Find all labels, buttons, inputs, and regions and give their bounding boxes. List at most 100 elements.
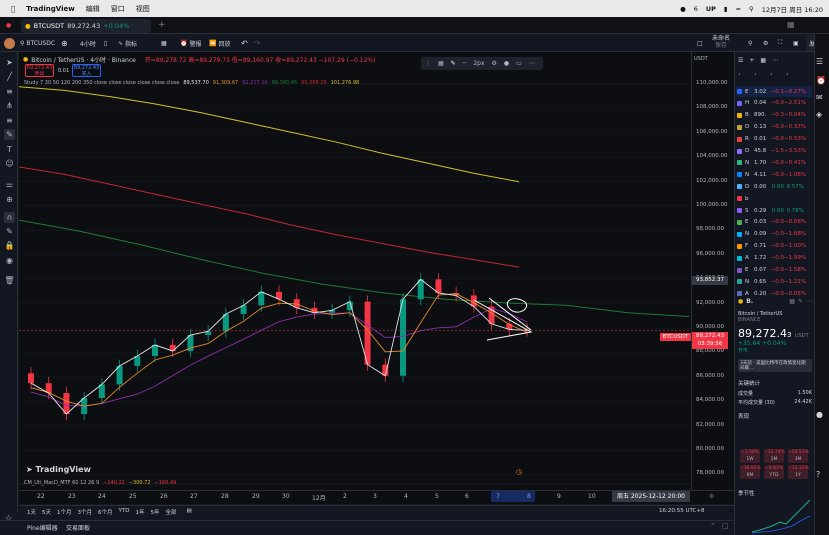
watchlist-row[interactable]: D 0.00 0.00 8.57% xyxy=(736,181,812,192)
edit-icon[interactable]: ✎ xyxy=(798,298,803,305)
settings-icon[interactable]: ⚙ xyxy=(492,60,497,67)
templates-icon[interactable]: ▦ xyxy=(161,35,167,51)
price-chart[interactable] xyxy=(19,52,691,490)
pine-editor-tab[interactable]: Pine编辑器 xyxy=(27,523,58,532)
watchlist-row[interactable]: N 0.09 −0.0 −1.68% xyxy=(736,229,812,240)
watchlist-row[interactable]: E 0.07 −0.0 −1.58% xyxy=(736,265,812,276)
menu-app-name[interactable]: TradingView xyxy=(26,5,75,13)
interval-selector[interactable]: 4小时 xyxy=(80,35,96,51)
menu-view[interactable]: 视图 xyxy=(136,4,150,14)
chart-type-icon[interactable]: ▯ xyxy=(104,35,107,51)
menu-edit[interactable]: 编辑 xyxy=(86,4,100,14)
collapse-panel-icon[interactable]: ⌃ xyxy=(710,522,716,530)
range-all[interactable]: 全部 xyxy=(165,508,176,516)
grid-icon[interactable]: ▦ xyxy=(789,298,795,305)
more-icon[interactable]: ⋯ xyxy=(806,298,812,305)
cursor-icon[interactable]: ➤ xyxy=(4,57,15,68)
fib-icon[interactable]: ≡ xyxy=(4,115,15,126)
trendline-icon[interactable]: ╱ xyxy=(4,71,15,82)
layout-icon[interactable]: ▦ xyxy=(760,57,766,64)
trading-panel-tab[interactable]: 交易面板 xyxy=(66,523,90,532)
tab-btcusdt[interactable]: ● BTCUSDT 89,272.43 +0.04% xyxy=(21,19,151,33)
battery-icon[interactable]: ▮ xyxy=(724,5,728,13)
watchlist-row[interactable]: N 0.65 −0.0 −1.21% xyxy=(736,276,812,287)
watchlist-row[interactable]: F 0.71 −0.0 −1.00% xyxy=(736,241,812,252)
performance-cell[interactable]: −24.51% 3M xyxy=(788,449,809,463)
close-window-icon[interactable]: ● xyxy=(6,22,11,29)
snapshot-icon[interactable]: ▣ xyxy=(793,35,799,51)
wifi-icon[interactable]: ≈ xyxy=(736,5,741,13)
line-width-icon[interactable]: ─ xyxy=(463,60,467,67)
watchlist-row[interactable]: b xyxy=(736,193,812,204)
trash-icon[interactable]: ▭ xyxy=(516,60,522,67)
range-5d[interactable]: 5天 xyxy=(42,508,51,516)
watchlist-row[interactable]: N 4.11 −0.0 −1.08% xyxy=(736,169,812,180)
fullscreen-icon[interactable]: ⛶ xyxy=(778,35,782,51)
datetime[interactable]: 12月7日 周日 16:20 xyxy=(762,4,823,14)
search-icon[interactable]: ⚲ xyxy=(749,5,754,13)
alert-button[interactable]: ⏰ 警报 xyxy=(180,35,202,51)
watchlist-name-icon[interactable]: ☰ xyxy=(738,57,743,64)
col-pct[interactable]: • xyxy=(786,72,789,78)
wechat-icon[interactable]: ● xyxy=(680,5,686,13)
template-icon[interactable]: ▦ xyxy=(438,60,444,67)
indicators-button[interactable]: ∿ 指标 xyxy=(118,35,137,51)
chart-area[interactable] xyxy=(19,52,691,490)
details-symbol[interactable]: B. xyxy=(746,298,753,305)
avatar[interactable] xyxy=(4,35,15,51)
lock-icon[interactable]: 🔒 xyxy=(4,240,15,251)
range-5y[interactable]: 5年 xyxy=(150,508,159,516)
chart-layout-icon[interactable]: □ xyxy=(697,35,703,51)
ideas-icon[interactable]: ◈ xyxy=(816,110,822,119)
trash-icon[interactable]: 🗑 xyxy=(4,275,15,286)
study-legend[interactable]: Study 7 30 50 120 200 350 close close cl… xyxy=(24,80,359,86)
watchlist-row[interactable]: A 1.72 −0.0 −1.99% xyxy=(736,253,812,264)
watchlist-row[interactable]: B 890. −0.3 −0.04% xyxy=(736,110,812,121)
compare-add-icon[interactable]: ⊕ xyxy=(61,35,68,51)
watchlist-row[interactable]: E 3.02 −0.1 −0.27% xyxy=(736,86,812,97)
pitchfork-icon[interactable]: ⋔ xyxy=(4,100,15,111)
brush-color-icon[interactable]: ✎ xyxy=(451,60,456,67)
performance-cell[interactable]: −1.08% 1W xyxy=(740,449,760,463)
zoom-icon[interactable]: ⊕ xyxy=(4,194,15,205)
chat-icon[interactable]: ✉ xyxy=(816,93,823,102)
buy-button[interactable]: 89,272.43 买入 xyxy=(72,64,101,77)
menu-window[interactable]: 窗口 xyxy=(111,4,125,14)
range-1m[interactable]: 1个月 xyxy=(57,508,72,516)
col-symbol[interactable]: • xyxy=(738,72,741,78)
performance-cell[interactable]: −12.32% 1Y xyxy=(788,465,809,479)
watchlist-row[interactable]: D 0.13 −0.0 −0.37% xyxy=(736,122,812,133)
range-1d[interactable]: 1天 xyxy=(27,508,36,516)
clock[interactable]: 16:20:55 UTC+8 xyxy=(659,508,704,514)
performance-cell[interactable]: −16.95% 6M xyxy=(740,465,761,479)
range-1y[interactable]: 1年 xyxy=(135,508,144,516)
seasonality-chart[interactable] xyxy=(752,498,810,534)
col-change[interactable]: • xyxy=(770,72,773,78)
range-ytd[interactable]: YTD xyxy=(119,508,130,516)
help-icon[interactable]: ? xyxy=(816,470,820,479)
stroke-width[interactable]: 2px xyxy=(473,60,484,67)
undo-icon[interactable]: ↶ xyxy=(241,35,248,51)
watchlist-icon[interactable]: ☰ xyxy=(816,57,823,66)
settings-icon[interactable]: ⚙ xyxy=(763,35,768,51)
watchlist-row[interactable]: H 0.04 −0.0 −2.51% xyxy=(736,98,812,109)
add-symbol-icon[interactable]: + xyxy=(749,57,754,64)
brush-icon[interactable]: ✎ xyxy=(4,129,15,140)
legend-title[interactable]: Bitcoin / TetherUS · 4小时 · Binance xyxy=(31,55,136,64)
watchlist-row[interactable]: R 0.01 −0.0 −0.53% xyxy=(736,134,812,145)
ruler-icon[interactable]: ⚌ xyxy=(4,179,15,190)
magnet-icon[interactable]: ∩ xyxy=(4,212,15,223)
symbol-search[interactable]: ⚲ BTCUSDC xyxy=(20,35,55,51)
eye-icon[interactable]: ◉ xyxy=(4,255,15,266)
horizontal-lines-icon[interactable]: ≡ xyxy=(4,86,15,97)
col-last[interactable]: • xyxy=(754,72,757,78)
more-icon[interactable]: ⋯ xyxy=(529,60,535,67)
alerts-icon[interactable]: ⏰ xyxy=(816,76,826,85)
sell-button[interactable]: 89,272.43 卖出 xyxy=(25,64,54,77)
news-headline[interactable]: 3天前 · 美国比特币在政策变化期间最... xyxy=(738,359,812,372)
drag-handle-icon[interactable]: ⋮ xyxy=(425,60,431,67)
maximize-panel-icon[interactable]: □ xyxy=(722,522,729,530)
stay-drawing-icon[interactable]: ✎ xyxy=(4,226,15,237)
watchlist-row[interactable]: N 1.70 −0.0 −0.41% xyxy=(736,157,812,168)
currency-label[interactable]: USDT xyxy=(694,56,708,62)
